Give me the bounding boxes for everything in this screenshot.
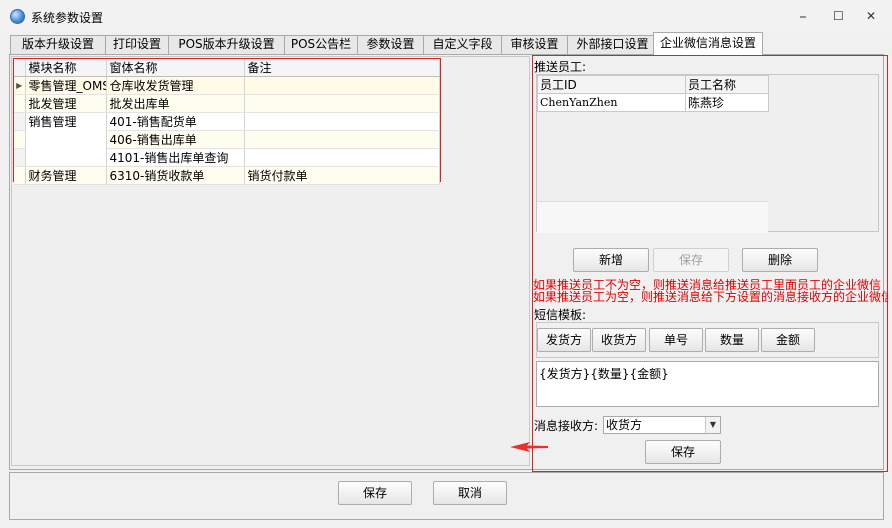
insert-order-no-button[interactable]: 单号 xyxy=(649,328,703,352)
col-header-employee-name[interactable]: 员工名称 xyxy=(685,75,769,94)
cell-form[interactable]: 6310-销货收款单 xyxy=(106,166,245,185)
cell-module[interactable]: 销售管理 xyxy=(25,112,107,131)
table-row[interactable]: 销售管理 401-销售配货单 xyxy=(14,112,440,131)
table-row[interactable]: 财务管理 6310-销货收款单 销货付款单 xyxy=(14,166,440,185)
table-row[interactable]: 406-销售出库单 xyxy=(14,130,440,149)
cell-module[interactable]: 财务管理 xyxy=(25,166,107,185)
close-button[interactable]: ✕ xyxy=(866,10,876,22)
receiver-label: 消息接收方: xyxy=(534,419,599,433)
cell-form[interactable]: 401-销售配货单 xyxy=(106,112,245,131)
table-row[interactable]: ▶ 零售管理_OMS 仓库收发货管理 xyxy=(14,76,440,95)
tab-bar: 版本升级设置 打印设置 POS版本升级设置 POS公告栏 参数设置 自定义字段 … xyxy=(10,32,884,55)
cell-employee-id[interactable]: ChenYanZhen xyxy=(537,93,686,112)
cell-note[interactable]: 销货付款单 xyxy=(244,166,440,185)
tab-wechat-message[interactable]: 企业微信消息设置 xyxy=(653,32,763,55)
insert-quantity-button[interactable]: 数量 xyxy=(705,328,759,352)
cell-note[interactable] xyxy=(244,94,440,113)
module-grid: 模块名称 窗体名称 备注 ▶ 零售管理_OMS 仓库收发货管理 批发管理 批发出… xyxy=(13,58,441,185)
title-bar: 系统参数设置 ⎯ ☐ ✕ xyxy=(0,0,892,32)
red-arrow-icon xyxy=(510,442,548,452)
cancel-button[interactable]: 取消 xyxy=(433,481,507,505)
push-settings-panel: 推送员工: 员工ID 员工名称 ChenYanZhen 陈燕珍 新增 保存 删除… xyxy=(532,55,888,472)
maximize-button[interactable]: ☐ xyxy=(833,10,844,22)
push-employees-label: 推送员工: xyxy=(534,60,587,74)
tab-params[interactable]: 参数设置 xyxy=(357,35,424,54)
chevron-down-icon[interactable]: ▼ xyxy=(705,417,720,433)
tab-pos-upgrade[interactable]: POS版本升级设置 xyxy=(168,35,285,54)
cell-note[interactable] xyxy=(244,148,440,167)
insert-receiver-button[interactable]: 收货方 xyxy=(592,328,646,352)
col-header-note[interactable]: 备注 xyxy=(244,59,440,77)
col-header-module[interactable]: 模块名称 xyxy=(25,59,107,77)
app-globe-icon xyxy=(10,9,25,24)
add-employee-button[interactable]: 新增 xyxy=(573,248,649,272)
tab-audit[interactable]: 审核设置 xyxy=(501,35,568,54)
col-header-employee-id[interactable]: 员工ID xyxy=(537,75,686,94)
cell-note[interactable] xyxy=(244,76,440,95)
save-button[interactable]: 保存 xyxy=(338,481,412,505)
delete-employee-button[interactable]: 删除 xyxy=(742,248,818,272)
window-title: 系统参数设置 xyxy=(31,11,104,25)
sms-template-label: 短信模板: xyxy=(534,308,587,322)
module-panel: 模块名称 窗体名称 备注 ▶ 零售管理_OMS 仓库收发货管理 批发管理 批发出… xyxy=(11,56,530,466)
tab-content: 模块名称 窗体名称 备注 ▶ 零售管理_OMS 仓库收发货管理 批发管理 批发出… xyxy=(9,54,888,472)
cell-note[interactable] xyxy=(244,112,440,131)
receiver-select-value: 收货方 xyxy=(606,418,643,432)
table-row[interactable]: 批发管理 批发出库单 xyxy=(14,94,440,113)
cell-form[interactable]: 4101-销售出库单查询 xyxy=(106,148,245,167)
cell-module[interactable] xyxy=(25,148,107,167)
sms-template-textarea[interactable]: {发货方}{数量}{金额} xyxy=(536,361,879,407)
tab-version-upgrade[interactable]: 版本升级设置 xyxy=(10,35,106,54)
grid-footer xyxy=(537,201,768,233)
cell-form[interactable]: 仓库收发货管理 xyxy=(106,76,245,95)
footer-bar: 保存 取消 xyxy=(9,472,884,520)
cell-employee-name[interactable]: 陈燕珍 xyxy=(685,93,769,112)
cell-form[interactable]: 批发出库单 xyxy=(106,94,245,113)
save-employee-button[interactable]: 保存 xyxy=(653,248,729,272)
row-pointer-icon: ▶ xyxy=(14,76,26,95)
warning-text-2: 如果推送员工为空，则推送消息给下方设置的消息接收方的企业微信 xyxy=(533,290,888,304)
tab-external-api[interactable]: 外部接口设置 xyxy=(567,35,658,54)
insert-sender-button[interactable]: 发货方 xyxy=(537,328,591,352)
tab-custom-fields[interactable]: 自定义字段 xyxy=(423,35,502,54)
minimize-button[interactable]: ⎯ xyxy=(800,10,806,22)
col-header-form[interactable]: 窗体名称 xyxy=(106,59,245,77)
tab-print[interactable]: 打印设置 xyxy=(105,35,169,54)
cell-module[interactable]: 零售管理_OMS xyxy=(25,76,107,95)
grid-corner xyxy=(14,59,26,77)
table-row[interactable]: ChenYanZhen 陈燕珍 xyxy=(537,93,769,112)
save-receiver-button[interactable]: 保存 xyxy=(645,440,721,464)
cell-note[interactable] xyxy=(244,130,440,149)
table-row[interactable]: 4101-销售出库单查询 xyxy=(14,148,440,167)
cell-module[interactable] xyxy=(25,130,107,149)
employee-grid: 员工ID 员工名称 ChenYanZhen 陈燕珍 xyxy=(536,74,879,233)
insert-amount-button[interactable]: 金额 xyxy=(761,328,815,352)
cell-form[interactable]: 406-销售出库单 xyxy=(106,130,245,149)
cell-module[interactable]: 批发管理 xyxy=(25,94,107,113)
receiver-select[interactable]: 收货方 ▼ xyxy=(603,416,721,434)
tab-pos-bulletin[interactable]: POS公告栏 xyxy=(284,35,358,54)
